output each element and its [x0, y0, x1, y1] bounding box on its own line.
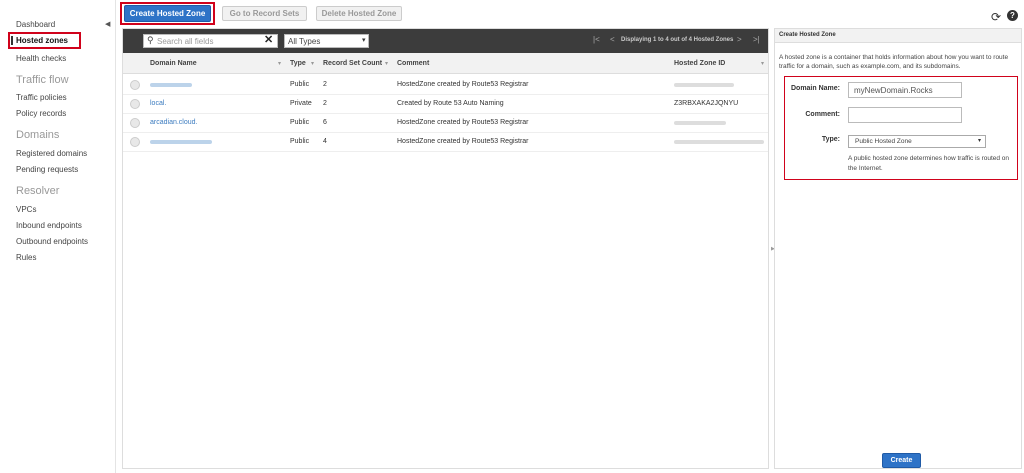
- sidebar-item-rules[interactable]: Rules: [16, 253, 36, 262]
- row-type: Public: [290, 81, 310, 88]
- row-type: Public: [290, 119, 310, 126]
- search-placeholder: Search all fields: [157, 37, 214, 46]
- row-zone-id: Z3RBXAKA2JQNYU: [674, 100, 739, 107]
- sort-icon[interactable]: ▾: [761, 60, 764, 67]
- sidebar-heading-domains: Domains: [16, 129, 60, 141]
- chevron-down-icon: ▾: [362, 37, 366, 44]
- column-comment[interactable]: Comment: [397, 60, 429, 67]
- row-count: 2: [323, 100, 327, 107]
- type-label: Type:: [821, 136, 840, 143]
- redacted-zone-id: [674, 140, 764, 144]
- row-type: Private: [290, 100, 312, 107]
- last-page-icon[interactable]: >|: [753, 35, 760, 44]
- row-domain-link[interactable]: local.: [150, 100, 166, 107]
- collapse-sidebar-icon[interactable]: ◀: [105, 20, 110, 28]
- row-count: 2: [323, 81, 327, 88]
- sidebar-item-policy-records[interactable]: Policy records: [16, 109, 66, 118]
- panel-description: A hosted zone is a container that holds …: [779, 54, 1009, 70]
- zone-type-value: Public Hosted Zone: [855, 138, 912, 145]
- redacted-zone-id: [674, 121, 726, 125]
- create-hosted-zone-button[interactable]: Create Hosted Zone: [124, 5, 211, 22]
- sidebar-item-dashboard[interactable]: Dashboard: [16, 20, 55, 29]
- row-comment: HostedZone created by Route53 Registrar: [397, 138, 529, 145]
- column-domain-name[interactable]: Domain Name: [150, 60, 197, 67]
- go-to-record-sets-button[interactable]: Go to Record Sets: [222, 6, 307, 21]
- row-radio[interactable]: [130, 80, 140, 90]
- sidebar: Dashboard Hosted zones Health checks Tra…: [0, 0, 98, 473]
- sidebar-item-hosted-zones[interactable]: Hosted zones: [16, 36, 68, 45]
- sidebar-heading-resolver: Resolver: [16, 185, 60, 197]
- sidebar-item-traffic-policies[interactable]: Traffic policies: [16, 93, 67, 102]
- row-comment: Created by Route 53 Auto Naming: [397, 100, 504, 107]
- pagination-text: Displaying 1 to 4 out of 4 Hosted Zones: [621, 37, 734, 43]
- row-radio[interactable]: [130, 118, 140, 128]
- sidebar-heading-traffic-flow: Traffic flow: [16, 74, 69, 86]
- row-count: 6: [323, 119, 327, 126]
- column-hosted-zone-id[interactable]: Hosted Zone ID: [674, 60, 725, 67]
- previous-page-icon[interactable]: <: [610, 35, 615, 44]
- refresh-icon[interactable]: ⟳: [991, 10, 1001, 24]
- row-radio[interactable]: [130, 99, 140, 109]
- domain-name-label: Domain Name:: [790, 85, 840, 92]
- row-comment: HostedZone created by Route53 Registrar: [397, 119, 529, 126]
- column-type[interactable]: Type: [290, 60, 306, 67]
- comment-field[interactable]: [848, 107, 962, 123]
- row-count: 4: [323, 138, 327, 145]
- clear-search-icon[interactable]: ✕: [264, 33, 273, 46]
- sidebar-divider: [115, 0, 116, 473]
- sort-icon[interactable]: ▾: [385, 60, 388, 67]
- redacted-domain[interactable]: [150, 83, 192, 87]
- sort-icon[interactable]: ▾: [311, 60, 314, 67]
- row-comment: HostedZone created by Route53 Registrar: [397, 81, 529, 88]
- row-type: Public: [290, 138, 310, 145]
- table-header: [123, 53, 768, 74]
- help-icon[interactable]: ?: [1007, 10, 1018, 21]
- chevron-down-icon: ▾: [978, 138, 982, 144]
- column-record-set-count[interactable]: Record Set Count: [323, 60, 382, 67]
- sidebar-item-inbound-endpoints[interactable]: Inbound endpoints: [16, 221, 82, 230]
- sidebar-item-pending-requests[interactable]: Pending requests: [16, 165, 78, 174]
- zone-type-help: A public hosted zone determines how traf…: [848, 155, 1010, 172]
- active-indicator: [11, 36, 13, 45]
- type-filter-value: All Types: [288, 37, 321, 46]
- next-page-icon[interactable]: >: [737, 35, 742, 44]
- panel-title: Create Hosted Zone: [779, 32, 836, 38]
- delete-hosted-zone-button[interactable]: Delete Hosted Zone: [316, 6, 402, 21]
- first-page-icon[interactable]: |<: [593, 35, 600, 44]
- search-icon: ⚲: [147, 35, 154, 45]
- create-button[interactable]: Create: [882, 453, 921, 468]
- redacted-domain[interactable]: [150, 140, 212, 144]
- redacted-zone-id: [674, 83, 734, 87]
- domain-name-field[interactable]: [848, 82, 962, 98]
- row-radio[interactable]: [130, 137, 140, 147]
- sidebar-item-health-checks[interactable]: Health checks: [16, 54, 66, 63]
- sort-icon[interactable]: ▾: [278, 60, 281, 67]
- row-domain-link[interactable]: arcadian.cloud.: [150, 119, 197, 126]
- comment-label: Comment:: [805, 111, 840, 118]
- sidebar-item-registered-domains[interactable]: Registered domains: [16, 149, 87, 158]
- sidebar-item-outbound-endpoints[interactable]: Outbound endpoints: [16, 237, 88, 246]
- sidebar-item-vpcs[interactable]: VPCs: [16, 205, 36, 214]
